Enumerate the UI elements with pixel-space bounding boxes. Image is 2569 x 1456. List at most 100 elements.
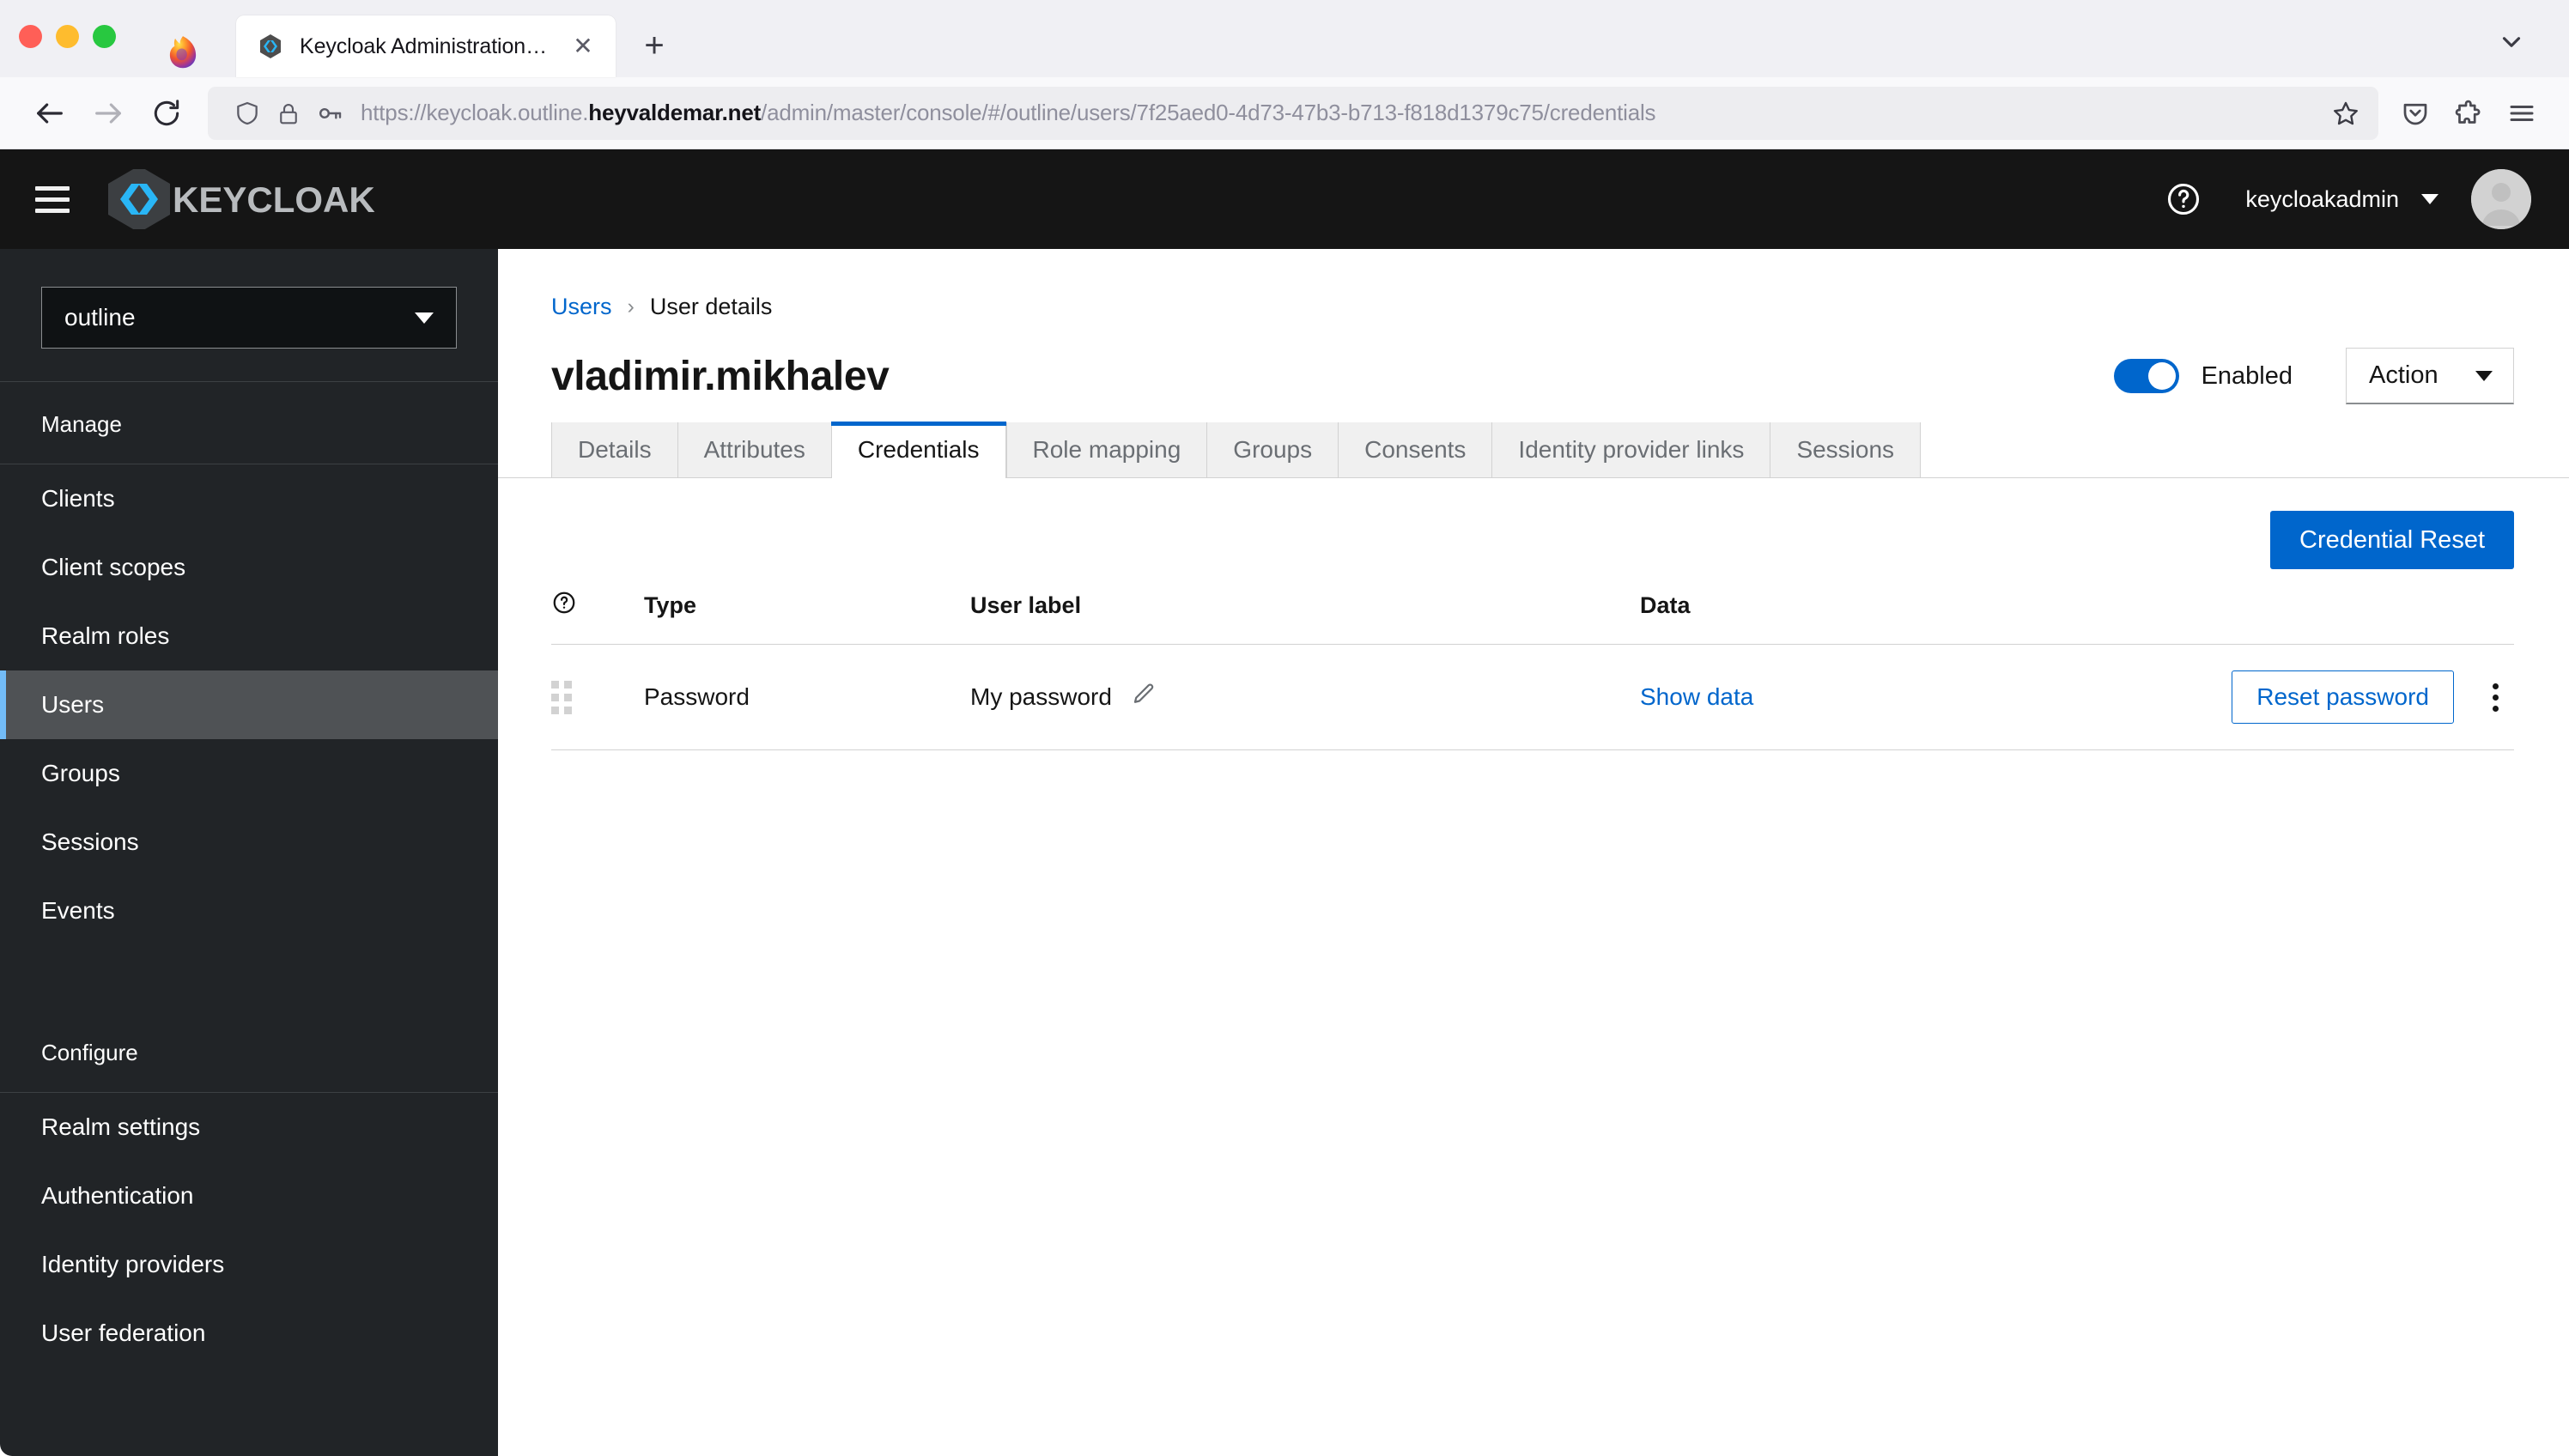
tab-label: Groups	[1233, 436, 1313, 463]
cell-row-actions: Reset password	[1891, 644, 2514, 750]
site-security-lock-icon[interactable]	[268, 93, 309, 134]
sidebar-item-label: Users	[41, 691, 105, 718]
save-to-pocket-icon[interactable]	[2389, 87, 2442, 140]
enabled-toggle[interactable]	[2113, 359, 2179, 393]
main-content: Users › User details vladimir.mikhalev E…	[498, 249, 2569, 1456]
tab-attributes[interactable]: Attributes	[677, 422, 831, 477]
sidebar-item-realm-settings[interactable]: Realm settings	[0, 1093, 498, 1162]
sidebar-item-label: Realm settings	[41, 1113, 201, 1140]
masthead-right-tools: keycloakadmin	[2156, 169, 2531, 229]
tab-label: Details	[578, 436, 652, 463]
cell-user-label: My password	[970, 644, 1640, 750]
user-label-value: My password	[970, 683, 1112, 710]
sidebar-item-label: Realm roles	[41, 622, 170, 649]
sidebar-toggle-button[interactable]	[0, 149, 82, 249]
address-bar-url[interactable]: https://keycloak.outline.heyvaldemar.net…	[350, 100, 2322, 126]
tracking-protection-shield-icon[interactable]	[227, 93, 268, 134]
reload-button[interactable]	[137, 84, 196, 143]
keycloak-masthead: KEYCLOAK keycloakadmin	[0, 149, 2569, 249]
column-header-type: Type	[644, 590, 970, 645]
tab-consents[interactable]: Consents	[1338, 422, 1492, 477]
extensions-puzzle-icon[interactable]	[2442, 87, 2495, 140]
chevron-down-icon	[2475, 370, 2493, 381]
close-window-button[interactable]	[19, 24, 42, 48]
credential-reset-button[interactable]: Credential Reset	[2270, 511, 2514, 569]
avatar[interactable]	[2471, 169, 2531, 229]
sidebar-item-user-federation[interactable]: User federation	[0, 1299, 498, 1368]
sidebar-item-events[interactable]: Events	[0, 877, 498, 945]
show-data-link[interactable]: Show data	[1640, 683, 1753, 710]
keycloak-favicon-icon	[260, 34, 281, 58]
tab-label: Role mapping	[1032, 436, 1181, 463]
sidebar-item-client-scopes[interactable]: Client scopes	[0, 533, 498, 602]
action-dropdown-button[interactable]: Action	[2346, 348, 2514, 404]
browser-tab-title: Keycloak Administration UI	[300, 33, 550, 58]
sidebar-item-users[interactable]: Users	[0, 670, 498, 739]
list-all-tabs-chevron-icon[interactable]	[2490, 21, 2533, 64]
url-domain: heyvaldemar.net	[588, 100, 762, 125]
username-label: keycloakadmin	[2245, 185, 2399, 212]
user-dropdown-button[interactable]: keycloakadmin	[2245, 186, 2438, 213]
tab-groups[interactable]: Groups	[1206, 422, 1339, 477]
credentials-table: Type User label Data Password My passwor…	[551, 590, 2514, 750]
saved-login-key-icon[interactable]	[309, 93, 350, 134]
minimize-window-button[interactable]	[56, 24, 79, 48]
back-button[interactable]	[21, 84, 79, 143]
cell-drag-handle[interactable]	[551, 644, 644, 750]
breadcrumb-link-users[interactable]: Users	[551, 294, 612, 320]
tab-label: Consents	[1364, 436, 1467, 463]
row-kebab-menu-icon[interactable]	[2476, 673, 2514, 721]
sidebar: outline Manage Clients Client scopes Rea…	[0, 249, 498, 1456]
reset-password-button[interactable]: Reset password	[2232, 670, 2454, 724]
tab-label: Sessions	[1796, 436, 1895, 463]
credentials-table-body: Password My password Show data Reset pas…	[551, 644, 2514, 750]
edit-pencil-icon[interactable]	[1131, 682, 1157, 713]
action-dropdown-label: Action	[2369, 361, 2438, 389]
sidebar-item-clients[interactable]: Clients	[0, 464, 498, 533]
drag-handle-icon[interactable]	[551, 680, 572, 714]
sidebar-item-authentication[interactable]: Authentication	[0, 1162, 498, 1230]
browser-navigation-bar: https://keycloak.outline.heyvaldemar.net…	[0, 77, 2569, 149]
page-title: vladimir.mikhalev	[551, 353, 890, 399]
bookmark-star-icon[interactable]	[2322, 89, 2370, 137]
sidebar-group-title-manage: Manage	[41, 411, 122, 437]
credentials-toolbar: Credential Reset	[551, 478, 2514, 578]
tab-role-mapping[interactable]: Role mapping	[1005, 422, 1207, 477]
column-header-data: Data	[1640, 590, 1892, 645]
svg-text:KEYCLOAK: KEYCLOAK	[173, 179, 375, 220]
tab-label: Attributes	[703, 436, 805, 463]
help-question-icon[interactable]	[2156, 172, 2211, 227]
tab-identity-provider-links[interactable]: Identity provider links	[1491, 422, 1770, 477]
credentials-table-head: Type User label Data	[551, 590, 2514, 645]
browser-tab[interactable]: Keycloak Administration UI ✕	[236, 15, 616, 77]
sidebar-item-label: Authentication	[41, 1182, 194, 1209]
sidebar-item-groups[interactable]: Groups	[0, 739, 498, 808]
realm-selector[interactable]: outline	[41, 287, 457, 349]
sidebar-item-label: Client scopes	[41, 554, 186, 580]
firefox-logo-icon	[169, 36, 197, 69]
address-bar[interactable]: https://keycloak.outline.heyvaldemar.net…	[208, 86, 2378, 140]
tab-sessions[interactable]: Sessions	[1770, 422, 1922, 477]
sidebar-item-label: Identity providers	[41, 1251, 225, 1277]
sidebar-item-identity-providers[interactable]: Identity providers	[0, 1230, 498, 1299]
tab-credentials[interactable]: Credentials	[830, 422, 1006, 478]
close-tab-button[interactable]: ✕	[566, 29, 600, 64]
toggle-knob	[2147, 362, 2176, 390]
url-prefix: https://keycloak.outline.	[361, 100, 589, 125]
keycloak-logo[interactable]: KEYCLOAK	[91, 149, 392, 249]
breadcrumb-separator-icon: ›	[627, 294, 635, 318]
chevron-down-icon	[2421, 194, 2438, 204]
tab-label: Identity provider links	[1518, 436, 1745, 463]
column-header-actions	[1891, 590, 2514, 645]
help-question-icon[interactable]	[551, 592, 577, 621]
app-menu-icon[interactable]	[2495, 87, 2548, 140]
new-tab-button[interactable]: +	[629, 21, 679, 70]
maximize-window-button[interactable]	[93, 24, 116, 48]
tab-details[interactable]: Details	[551, 422, 677, 477]
url-path: /admin/master/console/#/outline/users/7f…	[761, 100, 1656, 125]
sidebar-group-title-configure: Configure	[41, 1040, 138, 1065]
tab-label: Credentials	[857, 436, 980, 463]
forward-button[interactable]	[79, 84, 137, 143]
sidebar-item-sessions[interactable]: Sessions	[0, 808, 498, 877]
sidebar-item-realm-roles[interactable]: Realm roles	[0, 602, 498, 670]
